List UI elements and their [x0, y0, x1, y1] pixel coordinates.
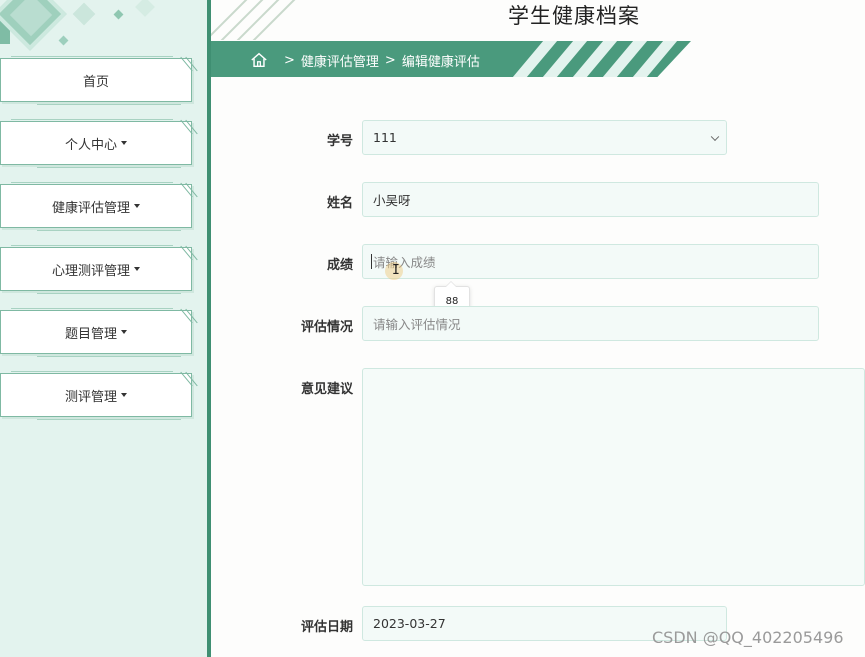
sidebar: 首页 个人中心 健康评估管理 心理测评管理 题目管理 测评管理: [0, 0, 207, 657]
decor-line: [11, 119, 173, 120]
decor-line: [37, 167, 181, 168]
page-title: 学生健康档案: [508, 4, 640, 28]
date-value: 2023-03-27: [373, 616, 446, 631]
sidebar-item-assessment[interactable]: 测评管理: [0, 371, 192, 420]
decor-line: [37, 230, 181, 231]
decor-line: [11, 308, 173, 309]
name-label: 姓名: [326, 196, 353, 211]
decor-lines: [183, 244, 197, 264]
sidebar-item-label: 测评管理: [64, 389, 117, 405]
breadcrumb-item: 编辑健康评估: [401, 54, 480, 70]
suggestion-value: 88: [445, 295, 459, 307]
caret-down-icon: [134, 204, 140, 208]
sidebar-item-label: 首页: [82, 74, 109, 90]
sidebar-item-questions[interactable]: 题目管理: [0, 308, 192, 357]
evaluation-input[interactable]: 请输入评估情况: [362, 306, 819, 341]
score-label: 成绩: [326, 258, 353, 273]
advice-textarea[interactable]: [362, 368, 865, 586]
decor-line: [11, 245, 173, 246]
sidebar-item-label: 题目管理: [64, 326, 117, 342]
decor-lines: [183, 181, 197, 201]
decor-lines: [183, 307, 197, 327]
breadcrumb-separator: >: [284, 52, 295, 68]
sidebar-item-label: 个人中心: [64, 137, 117, 153]
student-id-label: 学号: [326, 134, 353, 149]
decor-shape: [58, 35, 69, 46]
score-input[interactable]: 请输入成绩: [362, 244, 819, 279]
decor-shape: [113, 9, 124, 20]
caret-down-icon: [121, 393, 127, 397]
advice-label: 意见建议: [300, 382, 353, 397]
score-placeholder: 请输入成绩: [373, 255, 436, 270]
caret-down-icon: [121, 330, 127, 334]
student-id-select[interactable]: 111: [362, 120, 727, 155]
decor-lines: [183, 118, 197, 138]
breadcrumb-item[interactable]: 健康评估管理: [301, 51, 379, 70]
decor-shape: [72, 2, 96, 26]
sidebar-item-home[interactable]: 首页: [0, 56, 192, 105]
student-id-value: 111: [373, 130, 397, 145]
evaluation-label: 评估情况: [300, 320, 353, 335]
sidebar-item-health-eval[interactable]: 健康评估管理: [0, 182, 192, 231]
decor-line: [37, 293, 181, 294]
decor-line: [11, 371, 173, 372]
sidebar-divider: [207, 0, 211, 657]
name-value: 小吴呀: [373, 193, 411, 208]
decor-line: [37, 419, 181, 420]
breadcrumb-separator: >: [384, 52, 396, 68]
text-caret: [371, 254, 372, 269]
decor-lines: [183, 370, 197, 390]
text-cursor-icon: I: [392, 263, 400, 278]
decor-line: [11, 56, 173, 57]
name-input[interactable]: 小吴呀: [362, 182, 819, 217]
decor-shape: [135, 0, 155, 17]
decor-line: [11, 182, 173, 183]
chevron-down-icon: [710, 132, 720, 141]
sidebar-item-psych-test[interactable]: 心理测评管理: [0, 245, 192, 294]
watermark: CSDN @QQ_402205496: [652, 628, 844, 647]
home-icon[interactable]: [250, 51, 268, 69]
sidebar-item-label: 心理测评管理: [51, 263, 130, 279]
breadcrumb: > 健康评估管理 > 编辑健康评估: [250, 49, 480, 71]
decor-line: [37, 104, 181, 105]
caret-down-icon: [121, 141, 127, 145]
date-label: 评估日期: [300, 620, 353, 635]
sidebar-item-label: 健康评估管理: [51, 200, 130, 216]
decor-line: [37, 356, 181, 357]
caret-down-icon: [134, 267, 140, 271]
evaluation-placeholder: 请输入评估情况: [373, 317, 461, 332]
decor-lines: [183, 55, 197, 75]
sidebar-item-personal-center[interactable]: 个人中心: [0, 119, 192, 168]
header-decor: [211, 0, 311, 40]
